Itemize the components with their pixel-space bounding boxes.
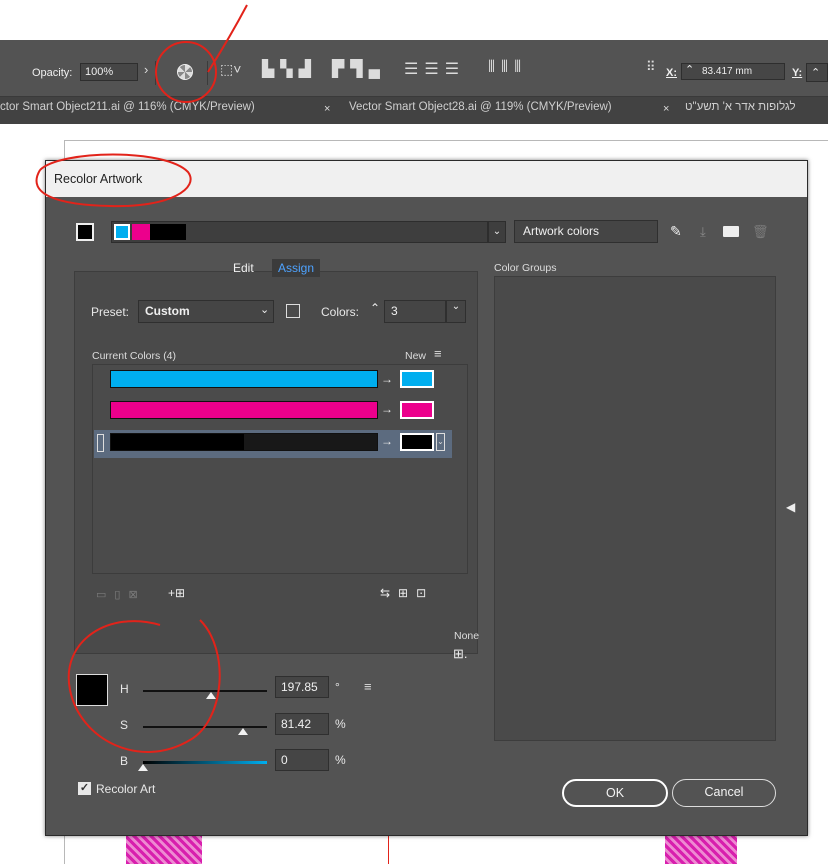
tab-assign[interactable]: Assign <box>272 259 321 277</box>
drag-handle-icon[interactable] <box>97 434 104 452</box>
close-tab-icon[interactable]: × <box>324 103 330 115</box>
saturation-value-field[interactable]: 81.42 <box>275 713 329 735</box>
brightness-value-field[interactable]: 0 <box>275 749 329 771</box>
align-vertical-icons[interactable]: ▛▜▄ <box>332 59 386 79</box>
hue-slider-thumb[interactable] <box>206 692 217 699</box>
arrow-right-icon[interactable]: → <box>381 402 393 416</box>
document-tab[interactable]: Vector Smart Object28.ai @ 119% (CMYK/Pr… <box>349 101 612 113</box>
chevron-down-icon[interactable]: ⌄ <box>446 300 466 323</box>
ok-button[interactable]: OK <box>562 779 668 807</box>
brightness-slider-track[interactable] <box>143 761 267 764</box>
dialog-titlebar[interactable]: Recolor Artwork <box>46 161 807 197</box>
current-color-bar-cyan[interactable] <box>110 370 378 388</box>
hue-label: H <box>120 682 129 696</box>
current-colors-label: Current Colors (4) <box>92 350 177 362</box>
toolbar-top-strip <box>0 40 828 49</box>
new-color-swatch-black[interactable] <box>400 433 434 451</box>
none-swatch-icon[interactable]: ⊞. <box>453 646 468 662</box>
divider <box>155 61 156 85</box>
tab-edit[interactable]: Edit <box>233 261 254 275</box>
dialog-body: ⌄ Artwork colors ✎ ⤓ 🗑 Edit Assign Prese… <box>50 198 803 830</box>
document-tab[interactable]: לגלופות אדר א' תשע"ט <box>685 101 796 113</box>
saturation-label: S <box>120 718 129 732</box>
hue-unit: ° <box>335 680 340 694</box>
preset-select[interactable]: Custom <box>138 300 274 323</box>
hamburger-menu-icon[interactable]: ≡ <box>434 346 442 361</box>
none-label: None <box>454 630 480 642</box>
color-groups-panel[interactable] <box>494 276 776 741</box>
merge-colors-icons: ▭▯⊠ <box>96 589 146 601</box>
current-color-bar-black[interactable] <box>110 433 378 451</box>
randomize-icons[interactable]: ⇆⊞⊡ <box>380 586 434 600</box>
trash-icon: 🗑 <box>752 224 769 239</box>
color-assignment-list <box>92 364 468 574</box>
colors-label: Colors: <box>321 305 360 319</box>
document-tab-bar: ctor Smart Object211.ai @ 116% (CMYK/Pre… <box>0 97 828 124</box>
dialog-title: Recolor Artwork <box>54 172 143 186</box>
stepper-icon[interactable]: ⌃ <box>685 63 694 76</box>
align-to-icon[interactable]: ⬚˅ <box>220 61 241 78</box>
magenta-artwork <box>665 836 737 864</box>
x-label: X: <box>666 67 677 79</box>
new-color-swatch-cyan[interactable] <box>400 370 434 388</box>
preset-label: Preset: <box>91 305 130 319</box>
active-color-swatch[interactable] <box>76 223 94 241</box>
distribute-horizontal-icons[interactable]: ⦀⦀⦀ <box>488 59 527 77</box>
chevron-down-icon[interactable]: ⌄ <box>436 433 445 451</box>
chevron-right-icon[interactable]: › <box>144 62 148 77</box>
chevron-down-icon[interactable]: ⌄ <box>488 221 506 243</box>
cancel-button[interactable]: Cancel <box>672 779 776 807</box>
guide-line <box>388 836 389 864</box>
saturation-slider-thumb[interactable] <box>238 728 249 735</box>
magenta-artwork <box>126 836 202 864</box>
opacity-field[interactable]: 100% <box>80 63 138 81</box>
color-chip-magenta[interactable] <box>132 224 150 240</box>
hue-slider-track[interactable] <box>143 690 267 692</box>
document-tab[interactable]: ctor Smart Object211.ai @ 116% (CMYK/Pre… <box>0 101 255 113</box>
current-color-preview[interactable] <box>76 674 108 706</box>
divider <box>207 61 208 85</box>
preset-options-icon[interactable] <box>286 304 300 318</box>
new-row-icon[interactable]: +⊞ <box>168 586 185 600</box>
new-color-swatch-magenta[interactable] <box>400 401 434 419</box>
eyedropper-icon[interactable]: ✎ <box>670 223 682 240</box>
colors-count-field[interactable]: 3 <box>384 300 446 323</box>
collapse-arrow-icon[interactable]: ◀ <box>786 500 795 514</box>
hamburger-menu-icon[interactable]: ≡ <box>364 679 372 694</box>
align-horizontal-icons[interactable]: ▙▚▟ <box>262 59 317 79</box>
y-field[interactable]: ⌃ <box>806 63 828 82</box>
recolor-artwork-dialog: Recolor Artwork ⌄ Artwork colors ✎ ⤓ 🗑 E… <box>45 160 808 836</box>
save-group-icon: ⤓ <box>700 224 706 239</box>
current-color-bar-magenta[interactable] <box>110 401 378 419</box>
y-label: Y: <box>792 67 803 79</box>
recolor-art-checkbox[interactable]: ✓ <box>78 782 91 795</box>
recolor-art-label: Recolor Art <box>96 782 156 796</box>
recolor-artwork-icon[interactable] <box>177 64 193 80</box>
opacity-label: Opacity: <box>32 67 73 79</box>
color-groups-label: Color Groups <box>494 262 557 274</box>
artwork-colors-field[interactable]: Artwork colors <box>514 220 658 243</box>
arrow-right-icon[interactable]: → <box>381 434 393 448</box>
hue-value-field[interactable]: 197.85 <box>275 676 329 698</box>
brightness-unit: % <box>335 753 346 767</box>
brightness-slider-thumb[interactable] <box>138 764 148 771</box>
folder-icon[interactable] <box>723 226 739 237</box>
new-label: New <box>405 350 427 362</box>
saturation-unit: % <box>335 717 346 731</box>
close-tab-icon[interactable]: × <box>663 103 669 115</box>
arrow-right-icon[interactable]: → <box>381 372 393 386</box>
chevron-down-icon[interactable]: ⌄ <box>260 303 269 316</box>
stepper-icon[interactable]: ⌃ <box>370 301 380 315</box>
color-chip-cyan[interactable] <box>114 224 130 240</box>
control-bar: Opacity: 100% › ⬚˅ ▙▚▟ ▛▜▄ ☰☰☰ ⦀⦀⦀ ⠿ X: … <box>0 49 828 97</box>
x-field[interactable]: 83.417 mm <box>681 63 785 80</box>
brightness-label: B <box>120 754 129 768</box>
color-chip-black[interactable] <box>150 224 186 240</box>
distribute-vertical-icons[interactable]: ☰☰☰ <box>404 59 465 79</box>
reference-point-icon[interactable]: ⠿ <box>646 59 656 75</box>
